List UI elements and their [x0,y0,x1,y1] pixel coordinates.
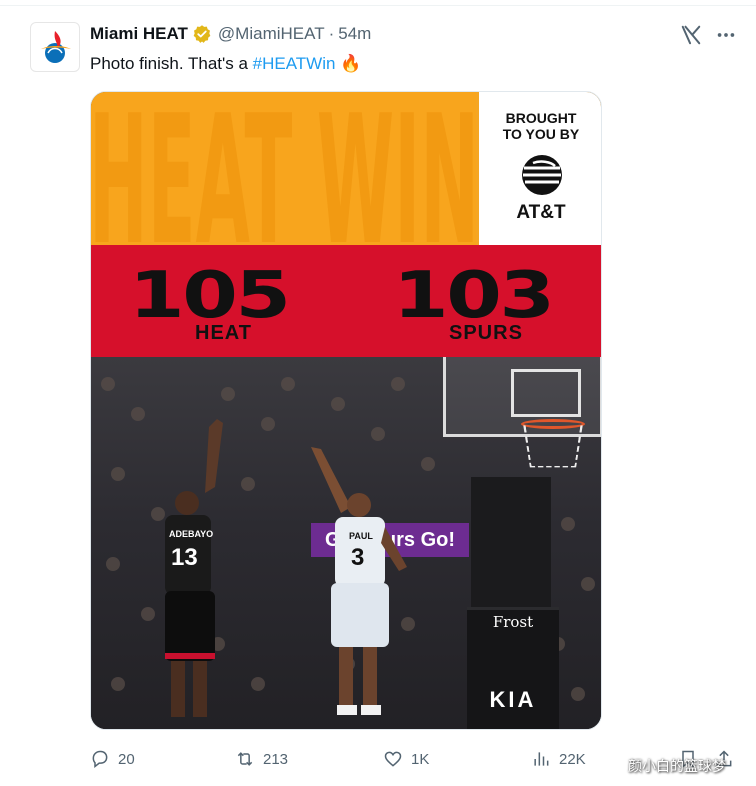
sponsor-caption: BROUGHT TO YOU BY [502,110,580,142]
att-globe-icon [522,155,562,195]
author-handle[interactable]: @MiamiHEAT [218,24,325,44]
score-banner: 105 HEAT 103 SPURS [91,245,601,357]
backboard-square [511,369,581,417]
tweet-timestamp[interactable]: 54m [338,24,371,44]
like-count: 1K [411,750,430,768]
home-team: HEAT [195,322,252,344]
sponsor-box: BROUGHT TO YOU BY AT&T [479,92,601,245]
views-chart-icon [534,752,549,766]
reply-count: 20 [118,750,135,768]
game-photo: Go Spurs Go! Frost KIA ADEBAYO 13 [91,357,601,729]
player1-number: 13 [171,544,198,571]
away-team: SPURS [449,322,523,344]
repost-button[interactable]: 213 [235,744,288,774]
player2-name: PAUL [349,531,373,541]
separator-dot: · [328,24,335,43]
tweet-header: Miami HEAT @MiamiHEAT · 54m [90,22,371,46]
hashtag-link[interactable]: #HEATWin [253,54,336,73]
svg-text:HEAT WIN: HEAT WIN [91,92,476,245]
like-button[interactable]: 1K [383,744,429,774]
heat-player: ADEBAYO 13 [165,419,223,717]
player1-name: ADEBAYO [169,529,213,539]
top-divider [0,0,756,6]
views-button[interactable]: 22K [531,744,586,774]
reply-icon [92,750,108,769]
repost-count: 213 [263,750,289,768]
heat-win-title: HEAT WIN [91,92,476,245]
spurs-player: PAUL 3 [311,447,407,715]
sponsor-name: AT&T [516,202,566,223]
author-name[interactable]: Miami HEAT [90,24,188,44]
repost-icon [237,752,253,766]
net [523,425,583,468]
views-count: 22K [559,750,586,768]
tweet-text: Photo finish. That's a #HEATWin 🔥 [90,52,361,76]
fire-emoji: 🔥 [340,54,362,73]
heat-logo-icon [41,31,71,63]
reply-button[interactable]: 20 [90,744,135,774]
win-banner: HEAT WIN BROUGHT TO YOU BY AT&T [91,92,601,245]
tweet-text-body: Photo finish. That's a [90,54,253,73]
frost-logo: Frost [492,613,534,631]
tweet-media-image[interactable]: HEAT WIN BROUGHT TO YOU BY AT&T 105 HEAT… [90,91,602,730]
more-options-icon[interactable] [714,24,738,46]
grok-icon[interactable] [680,24,702,46]
kia-logo: KIA [489,687,537,712]
verified-badge-icon[interactable] [192,24,212,44]
avatar[interactable] [30,22,80,72]
watermark: 颜小白的篮球梦 [628,759,726,775]
heart-icon [384,751,402,767]
player2-number: 3 [351,544,364,571]
